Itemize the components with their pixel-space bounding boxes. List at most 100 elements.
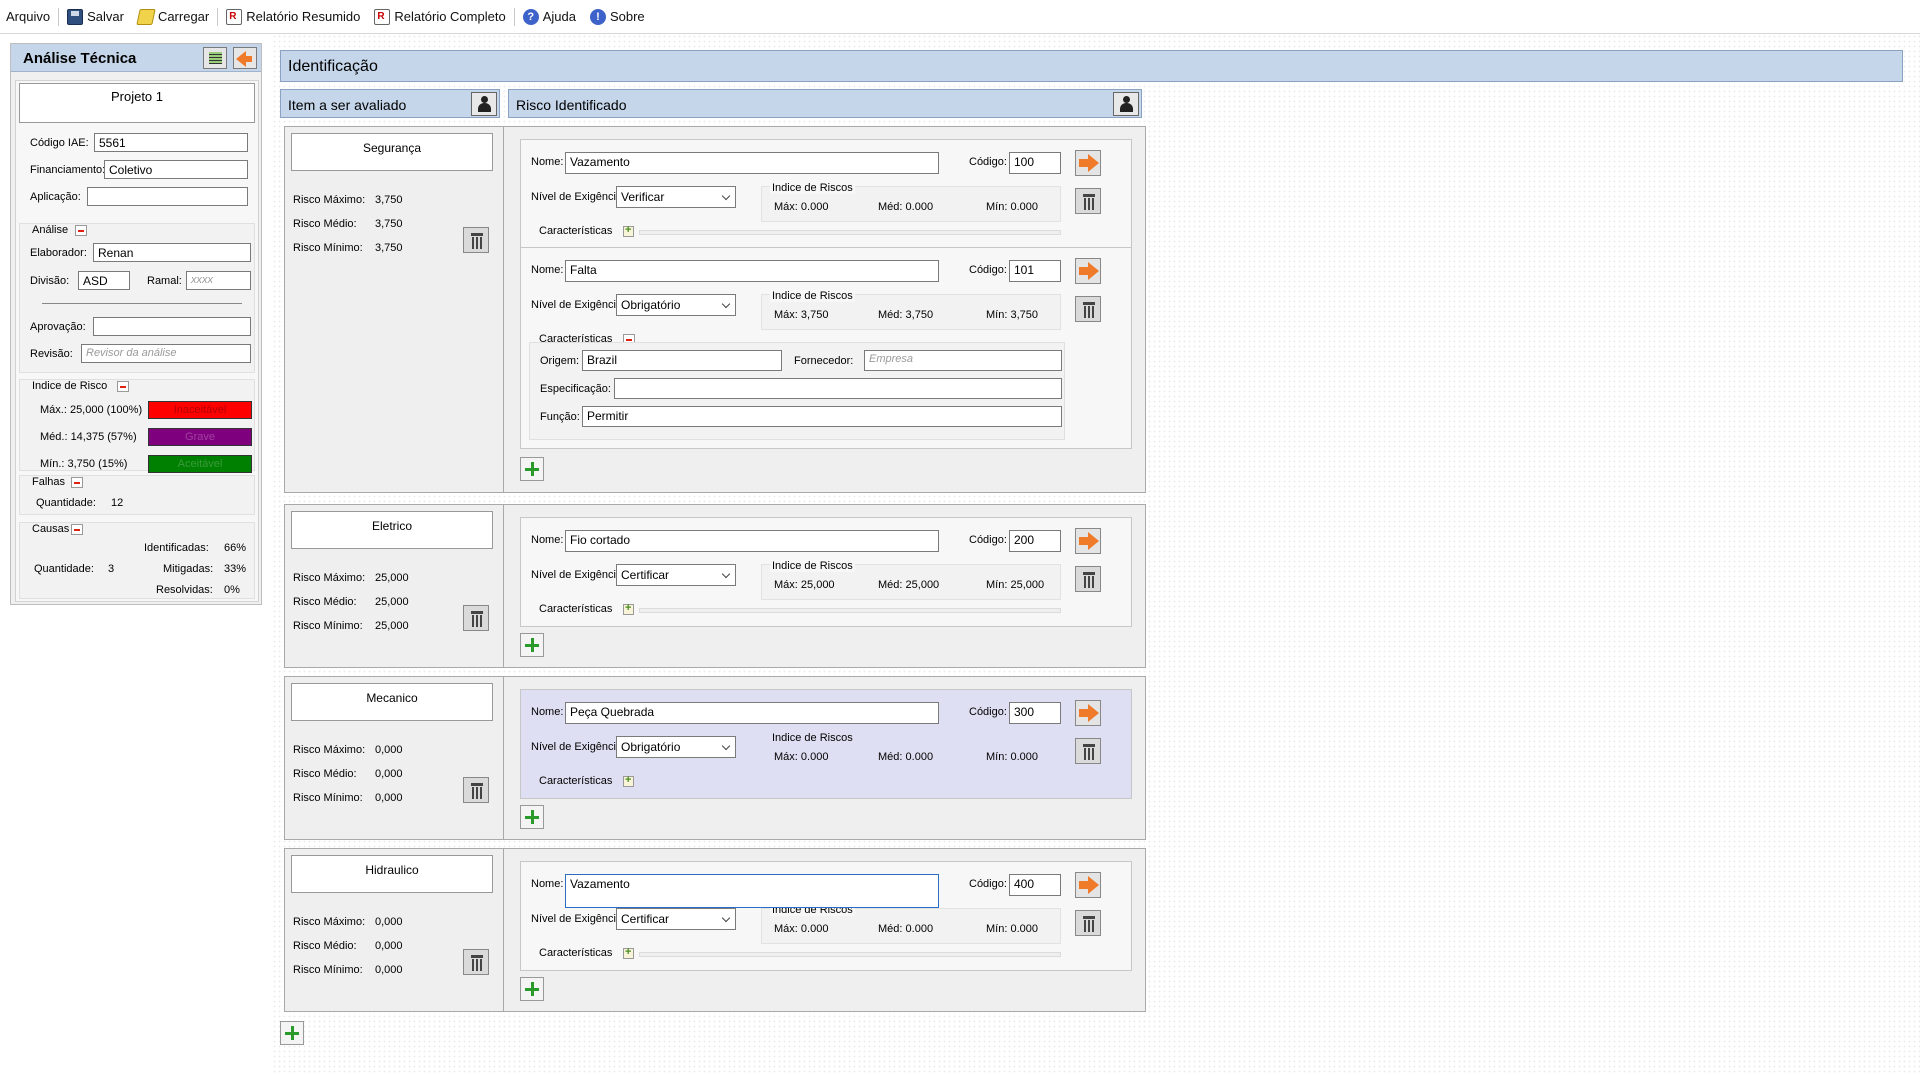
- codigo-field[interactable]: 200: [1009, 530, 1061, 552]
- resolvidas-value: 0%: [224, 584, 240, 596]
- delete-item-button[interactable]: [463, 949, 489, 975]
- open-risk-button[interactable]: [1075, 872, 1101, 898]
- add-risk-button[interactable]: [520, 457, 544, 481]
- table-view-button[interactable]: [203, 47, 227, 69]
- menu-sobre[interactable]: ! Sobre: [589, 8, 645, 25]
- collapse-causas-button[interactable]: [71, 524, 83, 535]
- nome-field[interactable]: Peça Quebrada: [565, 702, 939, 724]
- menu-carregar[interactable]: Carregar: [136, 8, 209, 25]
- nome-label: Nome:: [531, 156, 564, 168]
- risco-person-button[interactable]: [1113, 92, 1139, 116]
- expand-caracteristicas-button[interactable]: [623, 602, 634, 615]
- codigo-field[interactable]: 101: [1009, 260, 1061, 282]
- menu-salvar[interactable]: Salvar: [67, 8, 124, 25]
- nivel-dropdown[interactable]: Obrigatório: [616, 736, 736, 758]
- codigo-field[interactable]: 5561: [94, 133, 248, 152]
- codigo-field[interactable]: 100: [1009, 152, 1061, 174]
- codigo-field[interactable]: 300: [1009, 702, 1061, 724]
- expand-caracteristicas-button[interactable]: [623, 224, 634, 237]
- especificacao-field[interactable]: [614, 378, 1062, 399]
- item-name[interactable]: Mecanico: [291, 683, 493, 721]
- financiamento-field[interactable]: Coletivo: [104, 160, 248, 179]
- menu-separator: [217, 7, 219, 26]
- open-risk-button[interactable]: [1075, 700, 1101, 726]
- delete-risk-button[interactable]: [1075, 566, 1101, 592]
- item-name[interactable]: Hidraulico: [291, 855, 493, 893]
- delete-item-button[interactable]: [463, 777, 489, 803]
- nome-field[interactable]: Fio cortado: [565, 530, 939, 552]
- mitigadas-label: Mitigadas:: [163, 563, 214, 575]
- collapse-indice-button[interactable]: [117, 381, 129, 392]
- nivel-dropdown[interactable]: Verificar: [616, 186, 736, 208]
- indice-min-value: 0.000: [1010, 751, 1038, 763]
- nivel-dropdown[interactable]: Certificar: [616, 908, 736, 930]
- add-risk-button[interactable]: [520, 977, 544, 1001]
- divisao-field[interactable]: ASD: [78, 271, 130, 290]
- menu-relatorio-resumido[interactable]: Relatório Resumido: [226, 8, 360, 25]
- indice-max-label: Máx:: [774, 309, 798, 321]
- add-risk-button[interactable]: [520, 805, 544, 829]
- delete-item-button[interactable]: [463, 605, 489, 631]
- item-name[interactable]: Segurança: [291, 133, 493, 171]
- delete-risk-button[interactable]: [1075, 188, 1101, 214]
- item-panel: Mecanico Risco Máximo: 0,000 Risco Médio:…: [285, 677, 504, 839]
- expand-caracteristicas-button[interactable]: [623, 774, 634, 787]
- nome-field[interactable]: Falta: [565, 260, 939, 282]
- collapse-analise-button[interactable]: [75, 225, 87, 236]
- aplicacao-field[interactable]: [87, 187, 248, 206]
- info-icon: !: [589, 8, 606, 25]
- arrow-left-icon: [236, 51, 252, 67]
- item-person-button[interactable]: [471, 92, 497, 116]
- identificadas-label: Identificadas:: [144, 542, 209, 554]
- causas-title: Causas: [32, 523, 70, 535]
- collapse-panel-button[interactable]: [233, 47, 257, 69]
- menu-arquivo[interactable]: Arquivo: [6, 9, 50, 24]
- falhas-quantidade-value: 12: [111, 497, 124, 509]
- indice-max-value: 0.000: [800, 201, 829, 213]
- risco-medio: Risco Médio: 3,750: [293, 218, 403, 230]
- funcao-field[interactable]: Permitir: [582, 406, 1062, 427]
- fornecedor-field[interactable]: Empresa: [864, 350, 1062, 371]
- add-risk-button[interactable]: [520, 633, 544, 657]
- project-name[interactable]: Projeto 1: [19, 83, 255, 123]
- elaborador-label: Elaborador:: [30, 247, 87, 259]
- nome-field[interactable]: Vazamento: [565, 152, 939, 174]
- item-name[interactable]: Eletrico: [291, 511, 493, 549]
- delete-risk-button[interactable]: [1075, 910, 1101, 936]
- delete-risk-button[interactable]: [1075, 738, 1101, 764]
- collapse-falhas-button[interactable]: [71, 477, 83, 488]
- aprovacao-field[interactable]: [93, 317, 251, 336]
- risco-minimo-label: Risco Mínimo:: [293, 792, 363, 804]
- revisao-label: Revisão:: [30, 348, 73, 360]
- delete-item-button[interactable]: [463, 227, 489, 253]
- ramal-field[interactable]: xxxx: [186, 271, 251, 290]
- menu-separator: [513, 7, 515, 26]
- open-risk-button[interactable]: [1075, 150, 1101, 176]
- indice-riscos-box: Indice de Riscos Máx: 0.000 Méd: 0.000 M…: [761, 904, 1061, 944]
- nivel-dropdown[interactable]: Certificar: [616, 564, 736, 586]
- nivel-dropdown[interactable]: Obrigatório: [616, 294, 736, 316]
- caracteristicas-collapsed: [639, 608, 1061, 613]
- open-risk-button[interactable]: [1075, 528, 1101, 554]
- open-risk-button[interactable]: [1075, 258, 1101, 284]
- origem-field[interactable]: Brazil: [582, 350, 782, 371]
- delete-risk-button[interactable]: [1075, 296, 1101, 322]
- codigo-field[interactable]: 400: [1009, 874, 1061, 896]
- analysis-panel-title: Análise Técnica: [23, 50, 137, 67]
- nome-field-focused[interactable]: Vazamento: [565, 874, 939, 908]
- risco-medio-value: 25,000: [375, 596, 409, 608]
- elaborador-field[interactable]: Renan: [93, 243, 251, 262]
- revisao-field[interactable]: Revisor da análise: [81, 344, 251, 363]
- add-item-button[interactable]: [280, 1021, 304, 1045]
- menu-relatorio-completo[interactable]: Relatório Completo: [374, 8, 506, 25]
- indice-min-value: 0.000: [1010, 201, 1038, 213]
- risco-maximo: Risco Máximo: 0,000: [293, 916, 403, 928]
- indice-med-label: Méd:: [878, 201, 903, 213]
- menu-ajuda[interactable]: ? Ajuda: [522, 8, 576, 25]
- risco-medio-value: 3,750: [375, 218, 403, 230]
- expand-caracteristicas-button[interactable]: [623, 946, 634, 959]
- indice-max-label: Máx:: [774, 751, 798, 763]
- analysis-panel-body: Projeto 1 Código IAE: 5561 Financiamento…: [15, 80, 259, 602]
- indice-max-badge: Inaceitável: [148, 401, 252, 419]
- falhas-title: Falhas: [32, 476, 66, 488]
